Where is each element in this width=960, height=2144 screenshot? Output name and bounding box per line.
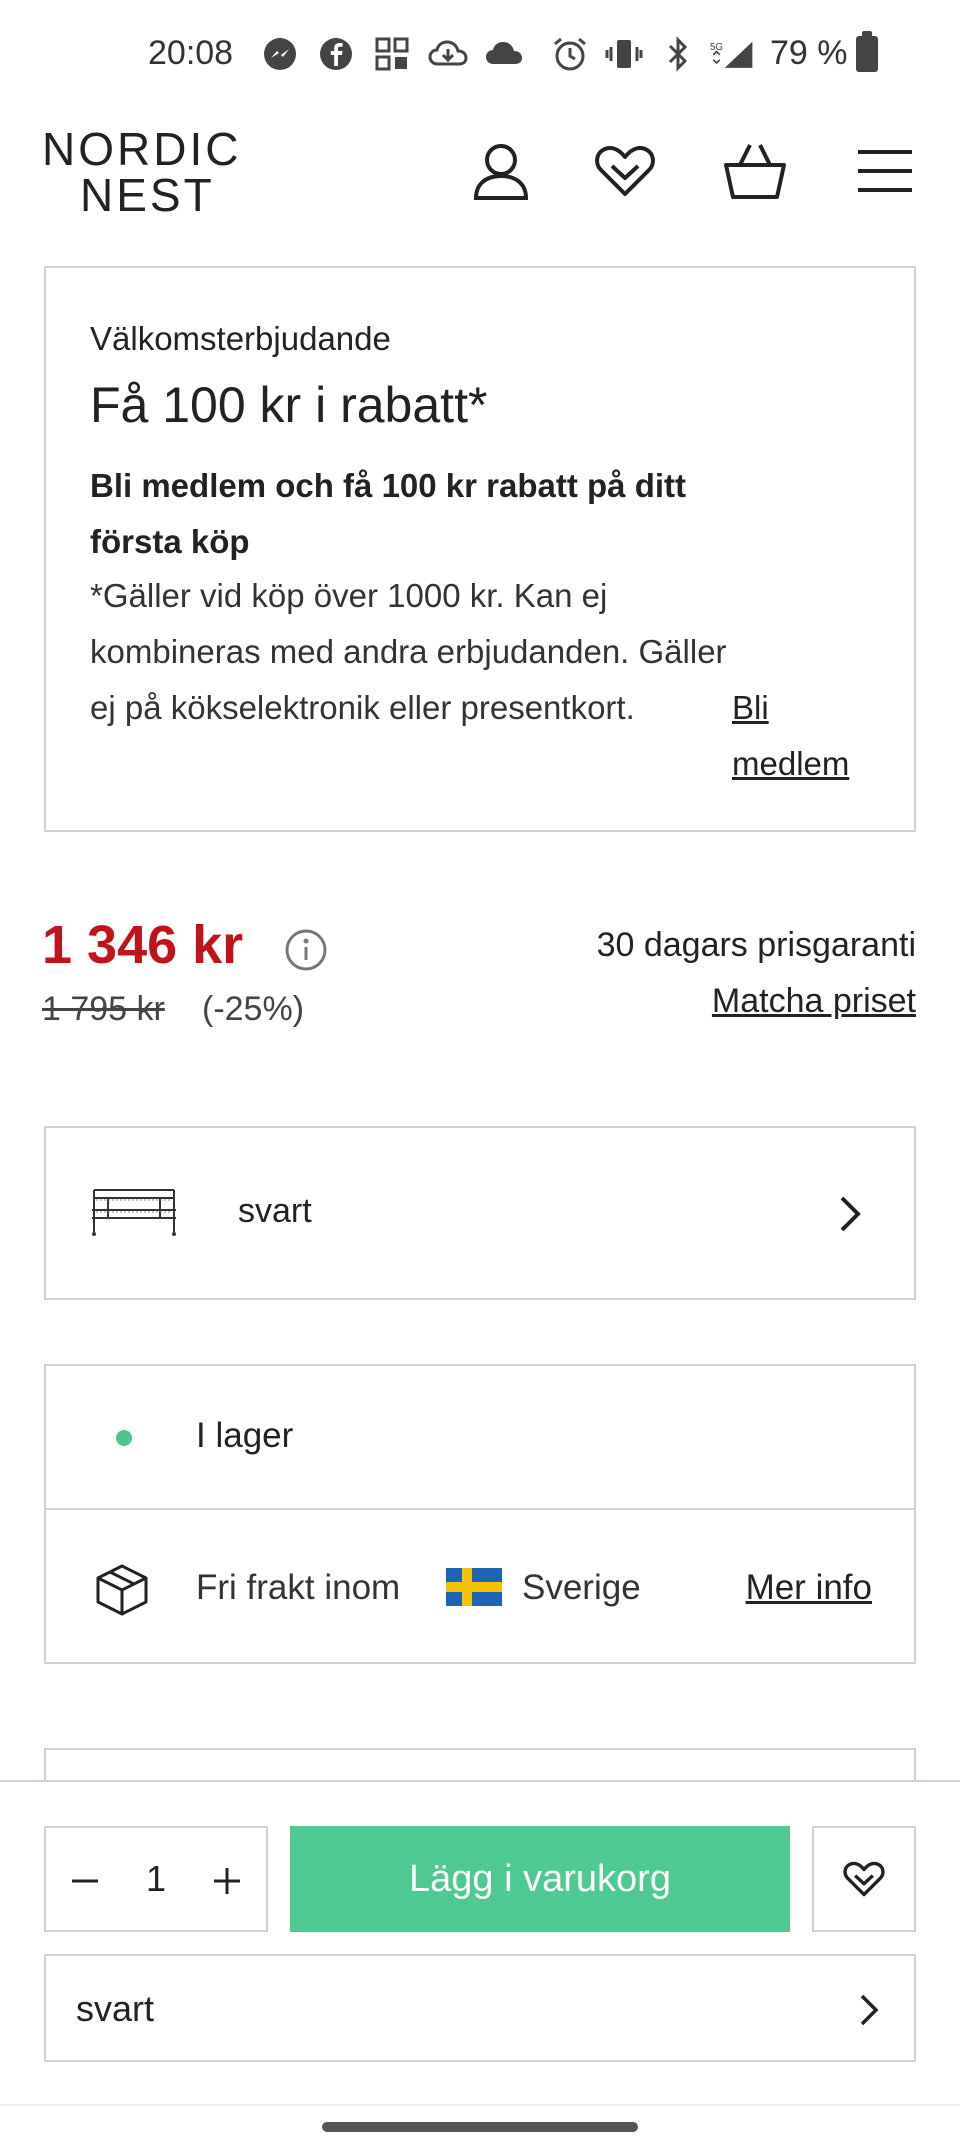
discount-percent: (-25%) <box>202 990 305 1028</box>
add-to-cart-button[interactable]: Lägg i varukorg <box>290 1826 790 1932</box>
more-info-link[interactable]: Mer info <box>746 1568 872 1608</box>
cloud-download-icon <box>426 32 470 76</box>
increase-quantity-button[interactable] <box>206 1860 248 1902</box>
facebook-icon <box>314 32 358 76</box>
offer-terms: *Gäller vid köp över 1000 kr. Kan ej kom… <box>90 577 727 726</box>
offer-lead: Bli medlem och få 100 kr rabatt på ditt … <box>90 467 686 560</box>
sticky-purchase-bar: 1 Lägg i varukorg svart <box>0 1780 960 2144</box>
menu-icon[interactable] <box>850 136 920 206</box>
heart-icon <box>843 1861 885 1897</box>
sticky-variant-label: svart <box>76 1988 155 2029</box>
welcome-offer-box: Välkomsterbjudande Få 100 kr i rabatt* B… <box>44 266 916 832</box>
in-stock-indicator <box>116 1430 132 1446</box>
vibrate-icon <box>602 32 646 76</box>
chevron-right-icon <box>852 1988 884 2032</box>
shoe-rack-thumbnail <box>88 1184 180 1240</box>
bluetooth-icon <box>656 32 700 76</box>
cloud-icon <box>482 32 526 76</box>
nordic-nest-logo[interactable]: NORDIC NEST <box>42 126 241 218</box>
logo-line-2: NEST <box>80 169 215 221</box>
sticky-variant-selector[interactable]: svart <box>44 1954 916 2062</box>
alarm-icon <box>548 32 592 76</box>
wishlist-heart-icon[interactable] <box>590 136 660 206</box>
price-guarantee: 30 dagars prisgaranti <box>596 926 916 964</box>
stock-status: I lager <box>196 1416 294 1455</box>
stock-row: I lager <box>46 1366 914 1510</box>
system-icons: 5G <box>548 32 754 76</box>
logo-line-1: NORDIC <box>42 123 242 175</box>
basket-icon[interactable] <box>720 136 790 206</box>
sweden-flag-icon <box>446 1568 502 1606</box>
home-indicator[interactable] <box>322 2122 638 2132</box>
system-nav-bar <box>0 2104 960 2144</box>
battery-icon <box>856 31 878 72</box>
status-bar: 20:08 5G 79 % <box>0 0 960 112</box>
status-time: 20:08 <box>148 34 234 72</box>
account-icon[interactable] <box>466 136 536 206</box>
shipping-country: Sverige <box>522 1568 641 1607</box>
widgets-icon <box>370 32 414 76</box>
package-icon <box>94 1562 150 1618</box>
shipping-text: Fri frakt inom <box>196 1568 401 1607</box>
site-header: NORDIC NEST <box>0 112 960 262</box>
chevron-right-icon <box>834 1192 866 1236</box>
become-member-link[interactable]: Bli medlem <box>732 680 882 792</box>
quantity-stepper: 1 <box>44 1826 268 1932</box>
notification-icons <box>258 32 526 76</box>
wishlist-button[interactable] <box>812 1826 916 1932</box>
current-price: 1 346 kr <box>42 915 244 975</box>
match-price-link[interactable]: Matcha priset <box>712 982 916 1021</box>
original-price: 1 795 kr <box>42 990 165 1028</box>
messenger-icon <box>258 32 302 76</box>
offer-kicker: Välkomsterbjudande <box>90 320 391 357</box>
price-info-icon[interactable] <box>284 928 328 972</box>
battery-percent: 79 % <box>770 34 848 72</box>
variant-selector[interactable]: svart <box>44 1126 916 1300</box>
variant-label: svart <box>238 1192 312 1230</box>
signal-5g-icon: 5G <box>710 32 754 76</box>
availability-box: I lager Fri frakt inom Sverige Mer info <box>44 1364 916 1664</box>
offer-title: Få 100 kr i rabatt* <box>90 377 488 433</box>
